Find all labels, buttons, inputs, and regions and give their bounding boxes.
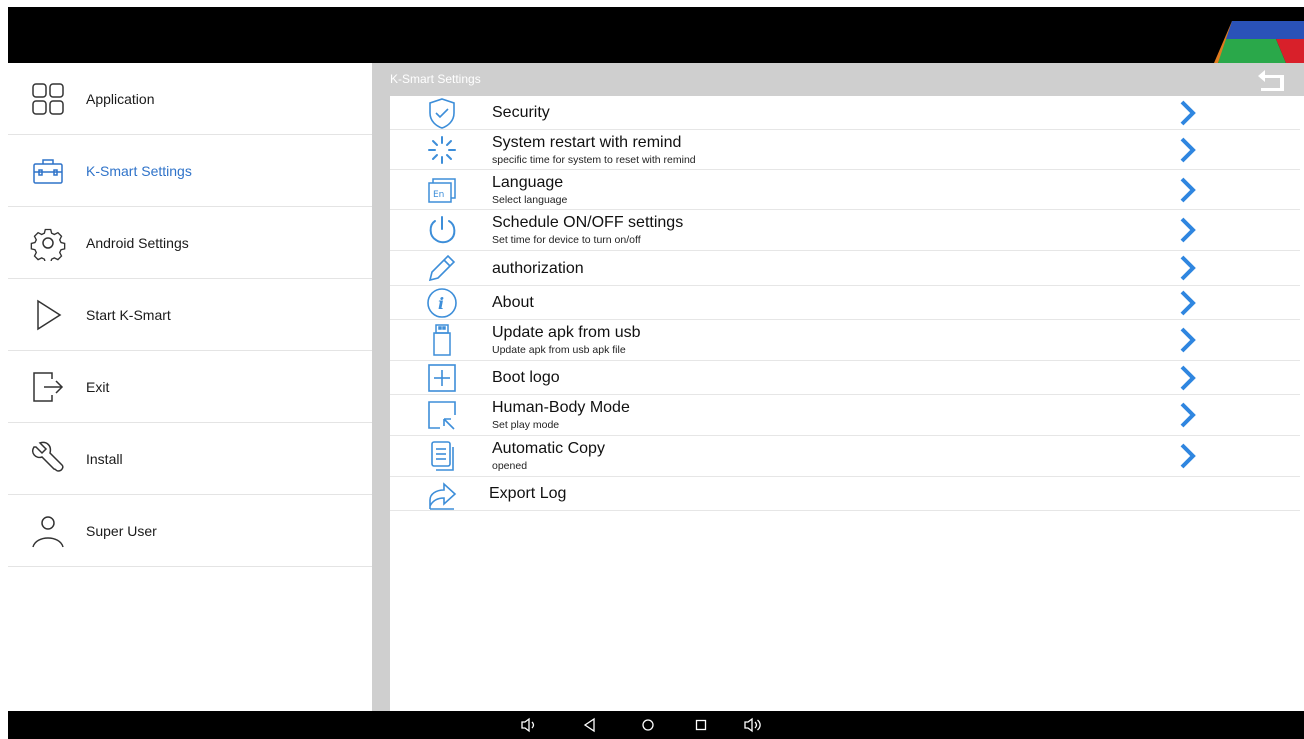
recents-icon[interactable] bbox=[692, 716, 710, 734]
chevron-right-icon bbox=[1180, 365, 1196, 390]
svg-text:i: i bbox=[438, 294, 444, 313]
setting-export-log[interactable]: Export Log bbox=[390, 477, 1300, 511]
chevron-right-icon bbox=[1180, 402, 1196, 428]
top-bar bbox=[8, 7, 1304, 63]
grid-icon bbox=[32, 82, 64, 115]
sidebar-item-label: K-Smart Settings bbox=[86, 162, 192, 179]
setting-human-body-mode[interactable]: Human-Body Mode Set play mode bbox=[390, 395, 1300, 436]
volume-down-icon[interactable] bbox=[520, 716, 538, 734]
back-arrow-icon[interactable] bbox=[1256, 68, 1286, 92]
chevron-right-icon bbox=[1180, 327, 1196, 353]
gear-icon bbox=[30, 228, 66, 261]
setting-subtitle: specific time for system to reset with r… bbox=[492, 154, 696, 166]
sidebar-item-start-k-smart[interactable]: Start K-Smart bbox=[8, 279, 372, 351]
setting-subtitle: Select language bbox=[492, 194, 568, 206]
sidebar-item-label: Start K-Smart bbox=[86, 306, 171, 323]
setting-title: Language bbox=[492, 174, 564, 191]
brand-logo bbox=[1214, 21, 1304, 63]
chevron-right-icon bbox=[1180, 255, 1196, 281]
chevron-right-icon bbox=[1180, 217, 1196, 243]
toolbox-icon bbox=[33, 158, 63, 184]
sidebar-item-label: Super User bbox=[86, 522, 157, 539]
setting-system-restart[interactable]: System restart with remind specific time… bbox=[390, 130, 1300, 170]
setting-title: Boot logo bbox=[492, 369, 560, 386]
setting-security[interactable]: Security bbox=[390, 96, 1300, 130]
sidebar-item-application[interactable]: Application bbox=[8, 63, 372, 135]
wrench-icon bbox=[31, 441, 64, 472]
setting-title: Update apk from usb bbox=[492, 324, 641, 341]
setting-about[interactable]: i About bbox=[390, 286, 1300, 320]
setting-title: About bbox=[492, 294, 534, 311]
setting-subtitle: opened bbox=[492, 460, 528, 472]
home-icon[interactable] bbox=[639, 716, 657, 734]
chevron-right-icon bbox=[1180, 100, 1196, 125]
volume-up-icon[interactable] bbox=[744, 716, 762, 734]
pencil-icon bbox=[428, 254, 456, 282]
play-icon bbox=[37, 299, 62, 330]
setting-authorization[interactable]: authorization bbox=[390, 251, 1300, 286]
sidebar-item-label: Android Settings bbox=[86, 234, 189, 251]
chevron-right-icon bbox=[1180, 290, 1196, 315]
usb-drive-icon bbox=[433, 324, 451, 356]
info-icon: i bbox=[427, 287, 457, 318]
sidebar-item-super-user[interactable]: Super User bbox=[8, 495, 372, 567]
chevron-right-icon bbox=[1180, 177, 1196, 202]
sidebar-item-install[interactable]: Install bbox=[8, 423, 372, 495]
setting-boot-logo[interactable]: Boot logo bbox=[390, 361, 1300, 395]
chevron-right-icon bbox=[1180, 137, 1196, 162]
setting-automatic-copy[interactable]: Automatic Copy opened bbox=[390, 436, 1300, 477]
setting-title: Export Log bbox=[489, 485, 567, 502]
setting-language[interactable]: En Language Select language bbox=[390, 170, 1300, 210]
setting-title: Schedule ON/OFF settings bbox=[492, 214, 684, 231]
setting-subtitle: Set play mode bbox=[492, 419, 560, 431]
sidebar-item-label: Exit bbox=[86, 378, 110, 395]
document-copy-icon bbox=[431, 441, 454, 471]
user-icon bbox=[32, 515, 64, 547]
setting-title: Human-Body Mode bbox=[492, 399, 630, 416]
sidebar-item-label: Install bbox=[86, 450, 123, 467]
sidebar-item-label: Application bbox=[86, 90, 155, 107]
share-export-icon bbox=[429, 481, 457, 510]
sidebar-item-exit[interactable]: Exit bbox=[8, 351, 372, 423]
language-en-icon: En bbox=[428, 177, 456, 203]
settings-list: Security System restart with remind spec… bbox=[390, 96, 1304, 711]
setting-title: Security bbox=[492, 104, 550, 121]
setting-title: Automatic Copy bbox=[492, 440, 605, 457]
svg-text:En: En bbox=[433, 190, 444, 200]
setting-subtitle: Update apk from usb apk file bbox=[492, 344, 626, 356]
sidebar: Application K-Smart Settings Android Set… bbox=[8, 63, 372, 711]
setting-subtitle: Set time for device to turn on/off bbox=[492, 234, 641, 246]
system-nav-bar bbox=[8, 711, 1304, 739]
content-header: K-Smart Settings bbox=[372, 63, 1304, 96]
shield-check-icon bbox=[429, 97, 455, 129]
setting-title: System restart with remind bbox=[492, 134, 682, 151]
sidebar-item-k-smart-settings[interactable]: K-Smart Settings bbox=[8, 135, 372, 207]
setting-schedule[interactable]: Schedule ON/OFF settings Set time for de… bbox=[390, 210, 1300, 251]
panel-divider bbox=[372, 63, 390, 711]
cursor-box-icon bbox=[428, 401, 456, 430]
chevron-right-icon bbox=[1180, 443, 1196, 469]
back-icon[interactable] bbox=[581, 716, 599, 734]
sidebar-item-android-settings[interactable]: Android Settings bbox=[8, 207, 372, 279]
plus-box-icon bbox=[428, 363, 456, 392]
page-title: K-Smart Settings bbox=[390, 72, 481, 86]
setting-title: authorization bbox=[492, 260, 584, 277]
power-icon bbox=[429, 216, 456, 244]
exit-icon bbox=[33, 371, 64, 402]
setting-update-apk[interactable]: Update apk from usb Update apk from usb … bbox=[390, 320, 1300, 361]
restart-spinner-icon bbox=[428, 135, 456, 164]
